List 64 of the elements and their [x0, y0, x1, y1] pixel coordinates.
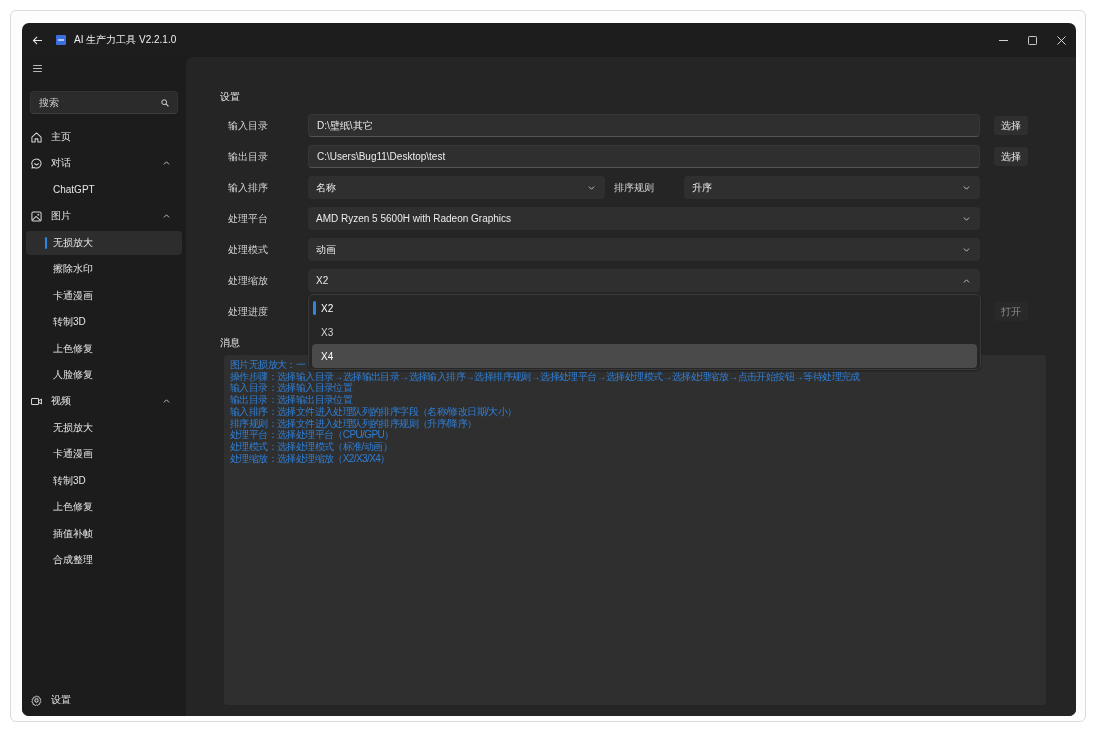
field-label: 输入目录: [228, 118, 269, 133]
message-line: 处理平台：选择处理平台（CPU/GPU）: [230, 429, 394, 441]
search-icon: [161, 98, 169, 107]
back-arrow-icon[interactable]: [32, 35, 43, 45]
app-logo-icon: [56, 35, 66, 45]
message-line: 图片无损放大：一: [230, 359, 306, 371]
dropdown[interactable]: X2: [308, 269, 980, 292]
window-title: AI 生产力工具 V2.2.1.0: [74, 33, 177, 47]
settings-nav-item[interactable]: 设置: [26, 688, 182, 712]
dropdown-option[interactable]: X3: [312, 320, 977, 344]
field-label: 处理模式: [228, 242, 269, 257]
search-field[interactable]: 搜索: [30, 91, 178, 114]
directory-field[interactable]: C:\Users\Bug11\Desktop\test: [308, 145, 980, 168]
message-line: 输入排序：选择文件进入处理队列的排序字段（名称/修改日期/大小）: [230, 405, 517, 418]
nav-item[interactable]: 主页: [26, 125, 182, 149]
field-label: 排序规则: [612, 180, 655, 195]
nav-item[interactable]: 图片: [26, 204, 182, 229]
nav-subitem[interactable]: 卡通漫画: [26, 442, 182, 467]
message-line: 处理缩放：选择处理缩放（X2/X3/X4）: [230, 452, 390, 465]
dropdown[interactable]: 名称: [308, 176, 605, 199]
home-icon: [31, 131, 42, 143]
nav-subitem[interactable]: 上色修复: [26, 336, 182, 361]
dropdown-option[interactable]: X2: [312, 296, 977, 320]
dropdown-option[interactable]: X4: [312, 344, 977, 368]
maximize-icon[interactable]: [1028, 35, 1037, 45]
directory-field[interactable]: D:\壁纸\其它: [308, 114, 980, 137]
message-line: 操作步骤：选择输入目录→选择输出目录→选择输入排序→选择排序规则→选择处理平台→选择处理模式→选择处理缩放→点击开始按钮→等待处理完成: [230, 370, 860, 382]
settings-icon: [31, 694, 42, 706]
message-line: 输入目录：选择输入目录位置: [230, 382, 353, 395]
nav-subitem[interactable]: 插值补帧: [26, 521, 182, 546]
nav-subitem[interactable]: 转制3D: [26, 468, 182, 493]
image-icon: [31, 210, 42, 222]
nav-subitem[interactable]: 人脸修复: [26, 362, 182, 387]
nav-item[interactable]: 视频: [26, 389, 182, 414]
dropdown[interactable]: 升序: [683, 176, 980, 199]
field-label: 输入排序: [228, 180, 269, 195]
nav-subitem[interactable]: ChatGPT: [26, 177, 182, 202]
chevron-icon: [587, 185, 595, 190]
nav-subitem[interactable]: 卡通漫画: [26, 283, 182, 308]
section-title: 消息: [220, 336, 241, 350]
action-button[interactable]: 选择: [994, 147, 1028, 166]
nav-item[interactable]: 对话: [26, 151, 182, 176]
video-camera-icon: [31, 395, 42, 407]
dropdown[interactable]: 动画: [308, 238, 980, 261]
message-line: 排序规则：选择文件进入处理队列的排序规则（升序/降序）: [230, 417, 477, 430]
chat-bubble-icon: [31, 157, 42, 169]
message-line: 处理模式：选择处理模式（标准/动画）: [230, 440, 392, 453]
menu-icon[interactable]: [33, 64, 42, 72]
nav-subitem[interactable]: 合成整理: [26, 548, 182, 572]
section-title: 设置: [220, 90, 241, 104]
chevron-icon: [963, 185, 970, 190]
close-icon[interactable]: [1057, 35, 1066, 45]
nav-subitem[interactable]: 无损放大: [26, 415, 182, 440]
nav-subitem[interactable]: 无损放大: [26, 230, 182, 255]
nav-subitem[interactable]: 上色修复: [26, 495, 182, 520]
field-label: 处理缩放: [228, 273, 269, 288]
field-label: 处理平台: [228, 211, 269, 226]
dropdown[interactable]: AMD Ryzen 5 5600H with Radeon Graphics: [308, 207, 980, 230]
message-line: 输出目录：选择输出目录位置: [230, 394, 353, 406]
nav-subitem[interactable]: 转制3D: [26, 310, 182, 335]
action-button[interactable]: 选择: [994, 116, 1028, 135]
field-label: 处理进度: [228, 304, 269, 319]
field-label: 输出目录: [228, 149, 269, 164]
nav-subitem[interactable]: 擦除水印: [26, 257, 182, 282]
